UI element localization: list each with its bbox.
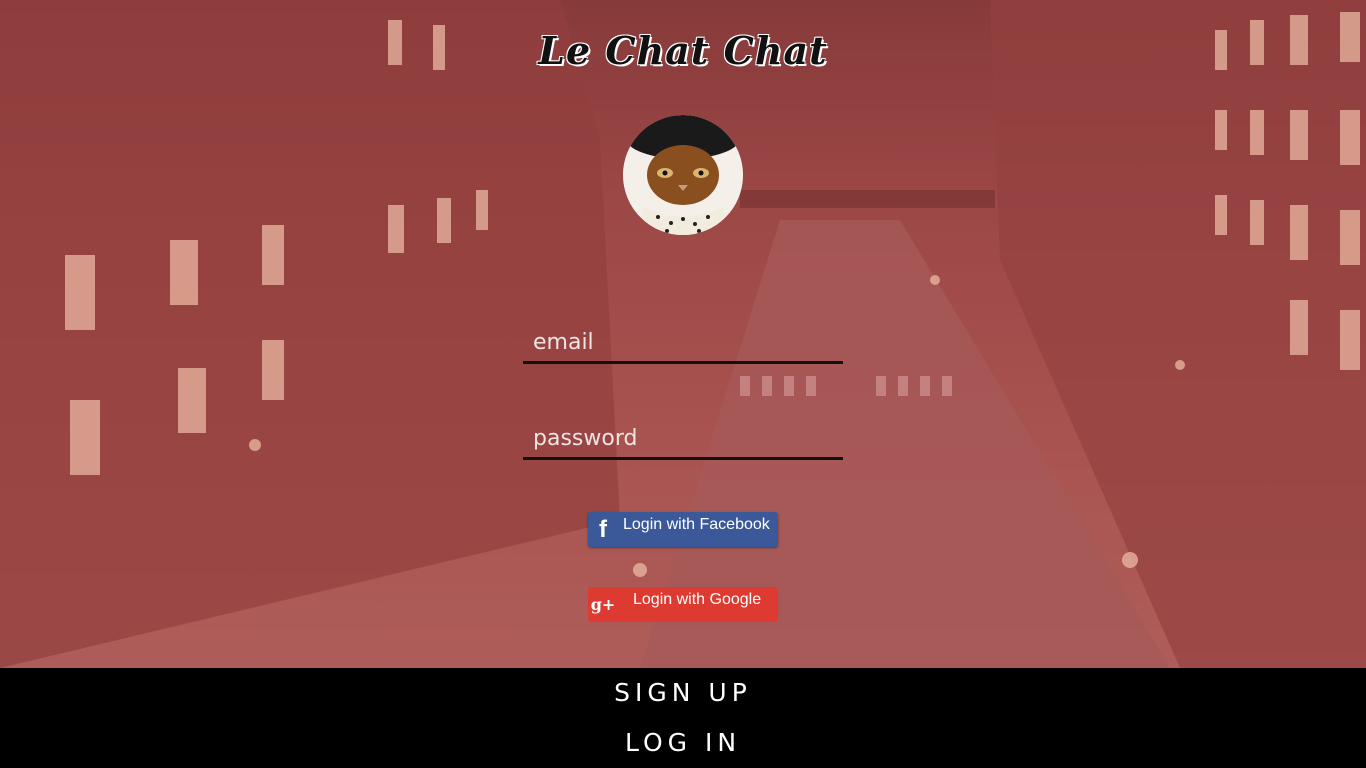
facebook-login-button[interactable]: f Login with Facebook [588,512,778,547]
password-input[interactable] [523,420,843,460]
cat-avatar [623,115,743,235]
app-title: Le Chat Chat [538,28,828,73]
google-plus-icon: g+ [590,595,616,614]
log-in-link[interactable]: LOG IN [0,728,1366,757]
facebook-login-label: Login with Facebook [623,515,770,533]
email-field-wrapper [523,324,843,364]
email-input[interactable] [523,324,843,364]
cat-avatar-icon [623,115,743,235]
facebook-f-icon: f [599,515,607,543]
sign-up-link[interactable]: SIGN UP [0,678,1366,707]
password-field-wrapper [523,420,843,460]
google-login-button[interactable]: g+ Login with Google [588,587,778,622]
google-login-label: Login with Google [633,590,762,608]
footer-bar: SIGN UP LOG IN [0,668,1366,768]
